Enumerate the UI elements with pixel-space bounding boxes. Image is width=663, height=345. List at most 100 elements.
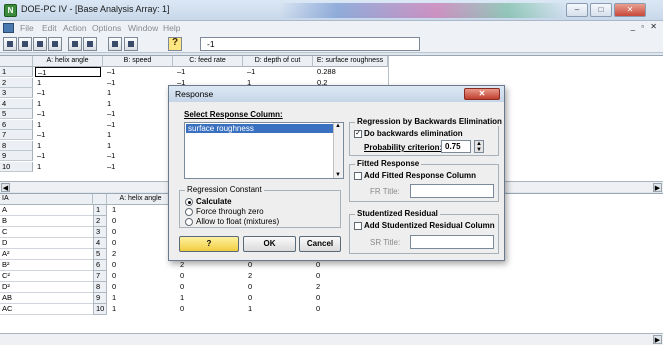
studentized-checkbox[interactable] — [354, 222, 362, 230]
row-header[interactable]: 4 — [0, 98, 33, 109]
row-header[interactable]: 7 — [0, 130, 33, 140]
matrix-cell[interactable]: 0 — [109, 260, 116, 271]
matrix-row-number[interactable]: 1 — [93, 205, 107, 216]
grid-cell[interactable]: –1 — [35, 109, 45, 119]
matrix-cell[interactable]: 0 — [109, 271, 116, 282]
cell-edit-field[interactable]: -1 — [200, 37, 420, 51]
matrix-cell[interactable]: 1 — [109, 293, 116, 304]
menu-options[interactable]: Options — [92, 23, 121, 33]
matrix-row-number[interactable]: 8 — [93, 282, 107, 293]
matrix-row-number[interactable]: 10 — [93, 304, 107, 315]
scroll-right-icon[interactable]: ▶ — [653, 183, 662, 192]
grid-cell[interactable]: 1 — [35, 78, 41, 88]
grid-cell[interactable]: 1 — [35, 141, 41, 151]
matrix-row-number[interactable]: 9 — [93, 293, 107, 304]
grid-cell[interactable]: –1 — [105, 109, 115, 119]
grid-cell[interactable]: 1 — [35, 162, 41, 172]
matrix-row-number[interactable]: 3 — [93, 227, 107, 238]
row-header[interactable]: 2 — [0, 77, 33, 88]
grid-cell[interactable]: 1 — [105, 99, 111, 109]
help-button[interactable]: ? — [179, 236, 239, 252]
grid-icon[interactable] — [108, 37, 122, 51]
row-header[interactable]: 3 — [0, 88, 33, 98]
mdi-controls[interactable]: _ ▫ ✕ — [631, 22, 659, 31]
chart-icon[interactable] — [124, 37, 138, 51]
matrix-cell[interactable]: 0 — [313, 293, 320, 304]
matrix-cell[interactable]: 0 — [245, 282, 252, 293]
probability-input[interactable]: 0.75 — [441, 140, 471, 153]
matrix-cell[interactable]: 0 — [177, 282, 184, 293]
matrix-row-number[interactable]: 6 — [93, 260, 107, 271]
matrix-cell[interactable]: 0 — [313, 304, 320, 315]
row-header[interactable]: 10 — [0, 161, 33, 172]
minimize-button[interactable]: – — [566, 3, 588, 17]
grid-cell[interactable]: 1 — [105, 141, 111, 151]
menu-file[interactable]: File — [20, 23, 34, 33]
scroll-down-icon[interactable]: ▼ — [335, 172, 341, 178]
close-button[interactable]: ✕ — [614, 3, 646, 17]
matrix-cell[interactable]: 0 — [313, 260, 320, 271]
probability-spinner[interactable]: ▲ ▼ — [474, 140, 484, 153]
matrix-cell[interactable]: 0 — [313, 271, 320, 282]
maximize-button[interactable]: □ — [590, 3, 612, 17]
response-option[interactable]: surface roughness — [186, 124, 334, 133]
cancel-button[interactable]: Cancel — [299, 236, 341, 252]
calculate-radio[interactable] — [185, 198, 193, 206]
fr-title-input[interactable] — [410, 184, 494, 198]
grid-cell[interactable]: 1 — [35, 99, 41, 109]
paste-icon[interactable] — [83, 37, 97, 51]
open-icon[interactable] — [18, 37, 32, 51]
row-header[interactable]: 9 — [0, 151, 33, 161]
row-header[interactable]: 8 — [0, 140, 33, 151]
scroll-left-icon[interactable]: ◀ — [1, 183, 10, 192]
row-header[interactable]: 1 — [0, 67, 33, 77]
matrix-row-number[interactable]: 4 — [93, 238, 107, 249]
column-header[interactable]: B: speed — [103, 56, 173, 67]
matrix-cell[interactable]: 1 — [245, 304, 252, 315]
matrix-cell[interactable]: 0 — [177, 271, 184, 282]
menu-window[interactable]: Window — [128, 23, 158, 33]
matrix-cell[interactable]: 0 — [245, 260, 252, 271]
grid-cell[interactable]: 1 — [35, 120, 41, 130]
matrix-cell[interactable]: 2 — [313, 282, 320, 293]
fitted-checkbox[interactable] — [354, 172, 362, 180]
matrix-cell[interactable]: 0 — [109, 227, 116, 238]
float-radio[interactable] — [185, 218, 193, 226]
help-icon[interactable] — [168, 37, 182, 51]
sr-title-input[interactable] — [410, 235, 494, 249]
matrix-cell[interactable]: 0 — [109, 238, 116, 249]
menu-help[interactable]: Help — [163, 23, 180, 33]
grid-cell[interactable]: 0.288 — [315, 67, 336, 77]
matrix-cell[interactable]: 0 — [245, 293, 252, 304]
save-icon[interactable] — [33, 37, 47, 51]
row-header[interactable]: 6 — [0, 119, 33, 130]
matrix-cell[interactable]: 0 — [109, 282, 116, 293]
grid-cell[interactable]: –1 — [175, 67, 185, 77]
matrix-cell[interactable]: 2 — [245, 271, 252, 282]
scroll-right-icon[interactable]: ▶ — [653, 335, 662, 344]
matrix-cell[interactable]: 2 — [109, 249, 116, 260]
matrix-cell[interactable]: 1 — [109, 304, 116, 315]
matrix-row-number[interactable]: 7 — [93, 271, 107, 282]
menu-edit[interactable]: Edit — [42, 23, 57, 33]
grid-cell[interactable]: –1 — [105, 151, 115, 161]
grid-cell[interactable]: –1 — [105, 120, 115, 130]
matrix-row-number[interactable]: 2 — [93, 216, 107, 227]
column-header[interactable]: C: feed rate — [173, 56, 243, 67]
matrix-cell[interactable]: 1 — [109, 205, 116, 216]
grid-cell[interactable]: –1 — [105, 78, 115, 88]
matrix-cell[interactable]: 0 — [177, 304, 184, 315]
force-zero-radio[interactable] — [185, 208, 193, 216]
grid-cell[interactable]: 1 — [105, 130, 111, 140]
scroll-up-icon[interactable]: ▲ — [335, 123, 341, 129]
new-icon[interactable] — [3, 37, 17, 51]
grid-cell[interactable]: –1 — [35, 151, 45, 161]
horizontal-scrollbar[interactable]: ▶ — [0, 333, 663, 345]
column-header[interactable]: A: helix angle — [33, 56, 103, 67]
grid-cell[interactable]: –1 — [105, 162, 115, 172]
ok-button[interactable]: OK — [243, 236, 296, 252]
grid-cell[interactable]: –1 — [35, 130, 45, 140]
document-icon[interactable] — [3, 23, 14, 33]
grid-cell[interactable]: 1 — [105, 88, 111, 98]
backwards-checkbox[interactable]: ✓ — [354, 130, 362, 138]
